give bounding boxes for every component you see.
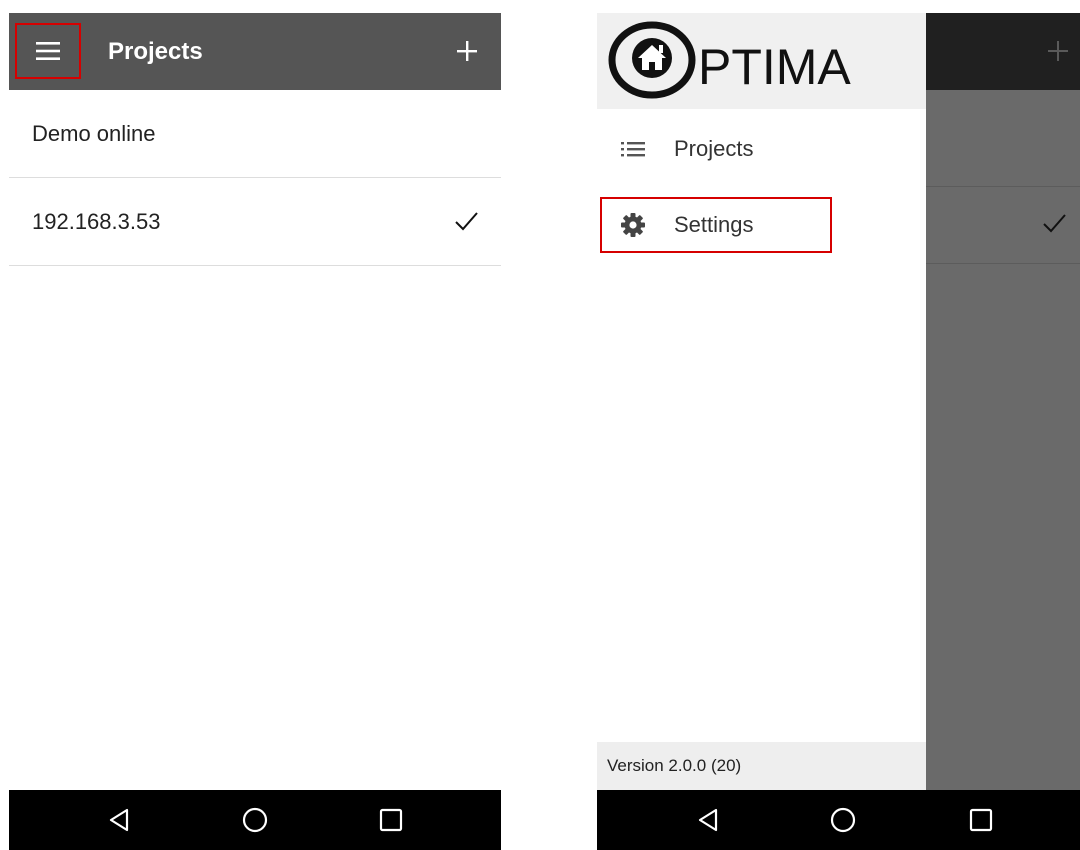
nav-home-button[interactable] (239, 804, 271, 836)
back-triangle-icon (698, 808, 718, 832)
project-name: Demo online (32, 121, 156, 146)
navigation-drawer: PTIMA Projects Settings Version 2.0.0 (2… (597, 13, 926, 790)
optima-logo (608, 21, 696, 99)
add-project-button[interactable] (445, 29, 489, 73)
recents-square-icon (379, 808, 403, 832)
drawer-open-screen: PTIMA Projects Settings Version 2.0.0 (2… (597, 13, 1080, 850)
nav-home-button[interactable] (827, 804, 859, 836)
plus-icon (1048, 41, 1068, 61)
checkmark-icon (1043, 214, 1066, 233)
drawer-header: PTIMA (597, 13, 926, 109)
projects-screen: Projects Demo online 192.168.3.53 (9, 13, 501, 850)
project-name: 192.168.3.53 (32, 209, 161, 234)
drawer-item-projects[interactable]: Projects (600, 121, 832, 177)
nav-back-button[interactable] (103, 804, 135, 836)
menu-button[interactable] (15, 23, 81, 79)
page-title: Projects (108, 38, 203, 65)
system-nav-bar (597, 790, 1080, 850)
version-label: Version 2.0.0 (20) (607, 756, 742, 775)
nav-recents-button[interactable] (965, 804, 997, 836)
list-icon (620, 136, 646, 162)
settings-highlight-box (600, 197, 832, 253)
drawer-item-label: Projects (674, 136, 754, 161)
app-bar: Projects (9, 13, 501, 90)
plus-icon (457, 41, 477, 61)
home-circle-icon (242, 807, 268, 833)
drawer-item-settings[interactable]: Settings (600, 197, 832, 253)
back-triangle-icon (109, 808, 129, 832)
logo-wordmark: PTIMA (698, 39, 851, 95)
system-nav-bar (9, 790, 501, 850)
hamburger-icon (36, 42, 60, 60)
project-row-192-168-3-53[interactable]: 192.168.3.53 (9, 178, 501, 266)
checkmark-icon (455, 212, 478, 231)
nav-recents-button[interactable] (375, 804, 407, 836)
recents-square-icon (969, 808, 993, 832)
home-circle-icon (830, 807, 856, 833)
nav-back-button[interactable] (692, 804, 724, 836)
project-row-demo-online[interactable]: Demo online (9, 90, 501, 178)
drawer-footer: Version 2.0.0 (20) (597, 742, 926, 790)
